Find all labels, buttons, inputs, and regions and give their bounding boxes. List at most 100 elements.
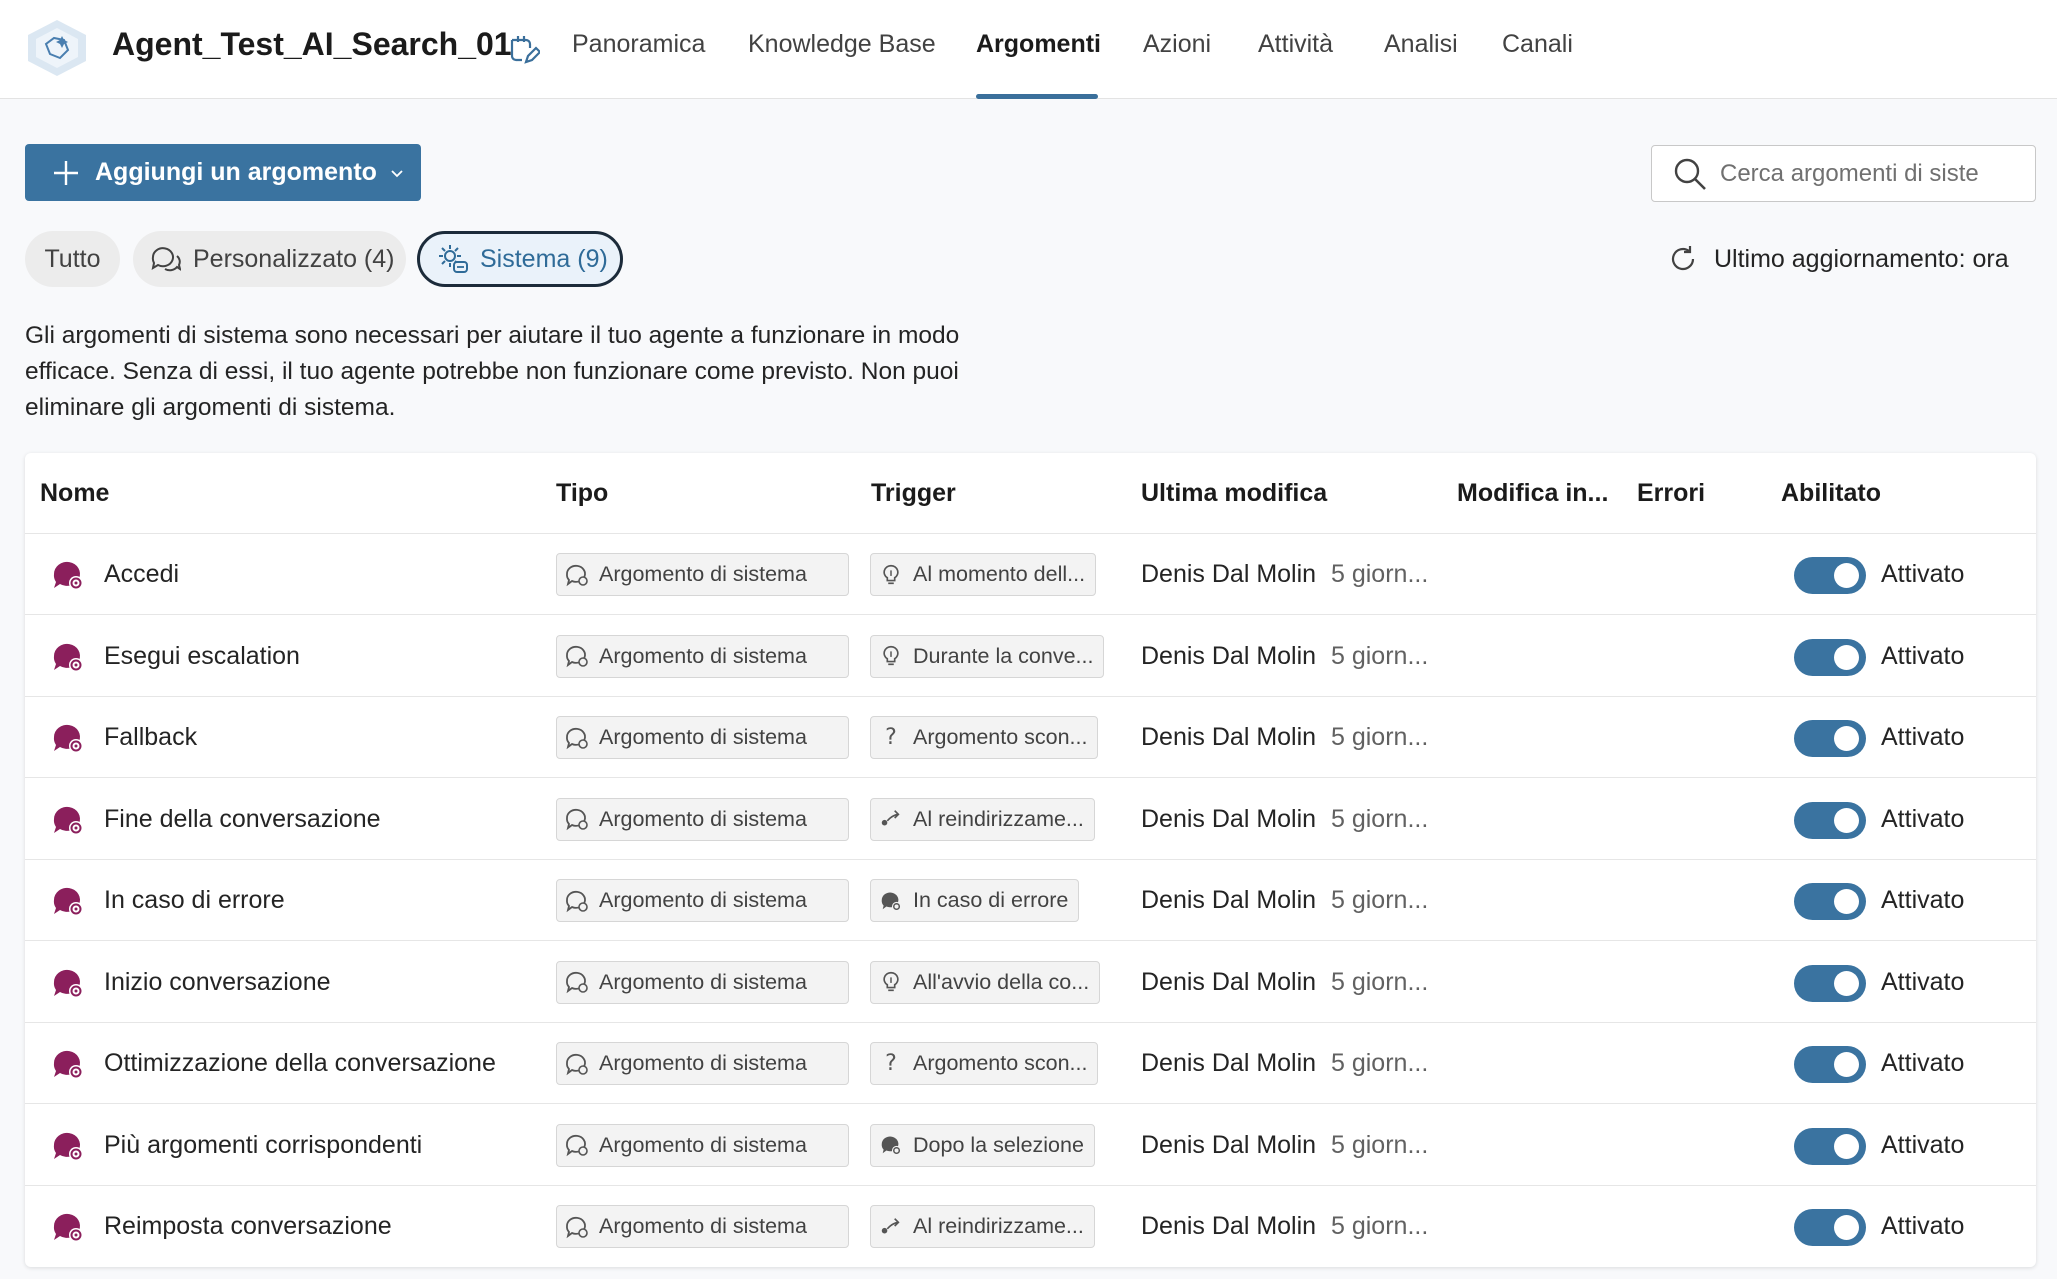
tab-argomenti[interactable]: Argomenti (976, 30, 1101, 59)
topic-name[interactable]: Fine della conversazione (104, 805, 381, 834)
enabled-label: Attivato (1881, 1130, 1965, 1159)
enabled-toggle[interactable] (1794, 557, 1866, 594)
last-updated[interactable]: Ultimo aggiornamento: ora (1668, 244, 2009, 274)
system-chat-icon (566, 808, 588, 831)
enabled-label: Attivato (1881, 804, 1965, 833)
tab-attivita[interactable]: Attività (1258, 30, 1333, 59)
modified-time: 5 giorn... (1331, 967, 1429, 996)
tab-canali[interactable]: Canali (1502, 30, 1573, 59)
lightbulb-icon (878, 643, 904, 669)
table-row[interactable]: Fine della conversazione Argomento di si… (25, 779, 2036, 860)
enabled-label: Attivato (1881, 723, 1965, 751)
table-row[interactable]: Fallback Argomento di sistema ? Argoment… (25, 697, 2036, 778)
lightbulb-icon (878, 562, 904, 588)
question-icon: ? (885, 1051, 897, 1076)
topic-trigger-chip: All'avvio della co... (870, 960, 1101, 1004)
topic-name[interactable]: Fallback (104, 723, 197, 752)
modified-by: Denis Dal Molin (1141, 1212, 1317, 1240)
topic-trigger-label: Al momento dell... (913, 562, 1086, 586)
search-box[interactable] (1651, 145, 2036, 202)
topic-type-label: Argomento di sistema (599, 562, 807, 586)
toggle-knob (1834, 1052, 1859, 1077)
topic-type-label: Argomento di sistema (599, 1132, 807, 1157)
enabled-toggle[interactable] (1794, 801, 1866, 839)
table-row[interactable]: Più argomenti corrispondenti Argomento d… (25, 1105, 2036, 1186)
column-header-errori[interactable]: Errori (1637, 479, 1705, 508)
enabled-toggle[interactable] (1794, 1046, 1866, 1083)
topic-trigger-label: Al reindirizzame... (913, 806, 1084, 831)
modified-time: 5 giorn... (1331, 1130, 1429, 1159)
search-input[interactable] (1720, 159, 2020, 188)
column-header-trigger[interactable]: Trigger (871, 479, 956, 508)
system-topic-icon (53, 1213, 83, 1242)
filter-custom-pill[interactable]: Personalizzato (4) (133, 231, 406, 287)
topic-trigger-label: All'avvio della co... (913, 969, 1090, 994)
tab-panoramica[interactable]: Panoramica (572, 30, 705, 59)
table-row[interactable]: Inizio conversazione Argomento di sistem… (25, 942, 2036, 1023)
topic-type-chip: Argomento di sistema (556, 1205, 849, 1248)
column-header-tipo[interactable]: Tipo (556, 479, 608, 508)
toggle-knob (1834, 1133, 1859, 1159)
table-row[interactable]: Reimposta conversazione Argomento di sis… (25, 1186, 2036, 1267)
column-header-abilitato[interactable]: Abilitato (1781, 479, 1881, 508)
topic-type-label: Argomento di sistema (599, 806, 807, 831)
topic-type-chip: Argomento di sistema (556, 1042, 849, 1085)
system-chat-icon (566, 564, 588, 586)
enabled-toggle[interactable] (1794, 1209, 1866, 1246)
system-topic-icon (53, 724, 83, 753)
question-icon: ? (885, 725, 897, 750)
filter-all-pill[interactable]: Tutto (25, 231, 120, 287)
toggle-knob (1834, 1215, 1859, 1240)
topic-name[interactable]: Inizio conversazione (104, 968, 331, 997)
table-row[interactable]: In caso di errore Argomento di sistema I… (25, 860, 2036, 941)
tab-azioni[interactable]: Azioni (1143, 30, 1211, 59)
modified-by: Denis Dal Molin (1141, 1130, 1317, 1159)
system-chat-icon (566, 1134, 588, 1157)
table-row[interactable]: Esegui escalation Argomento di sistema D… (25, 616, 2036, 697)
modified-by: Denis Dal Molin (1141, 1049, 1317, 1077)
modified-by: Denis Dal Molin (1141, 723, 1317, 751)
enabled-toggle[interactable] (1794, 964, 1866, 1002)
agent-logo-icon (28, 20, 86, 76)
enabled-toggle[interactable] (1794, 883, 1866, 920)
modified-time: 5 giorn... (1331, 560, 1429, 588)
topic-type-chip: Argomento di sistema (556, 634, 849, 678)
modified-by: Denis Dal Molin (1141, 804, 1317, 833)
toggle-knob (1834, 970, 1859, 996)
add-topic-label: Aggiungi un argomento (95, 158, 377, 186)
agent-edit-icon[interactable] (506, 32, 540, 66)
enabled-toggle[interactable] (1794, 638, 1866, 676)
enabled-label: Attivato (1881, 1049, 1965, 1077)
add-topic-button[interactable]: Aggiungi un argomento (25, 144, 421, 201)
column-header-nome[interactable]: Nome (40, 479, 109, 508)
enabled-toggle[interactable] (1794, 720, 1866, 757)
system-chat-icon (566, 1053, 588, 1075)
topic-type-chip: Argomento di sistema (556, 716, 849, 759)
top-bar: Agent_Test_AI_Search_01 Panoramica Knowl… (0, 0, 2057, 99)
topic-type-label: Argomento di sistema (599, 1051, 807, 1075)
plus-icon (54, 160, 78, 185)
topic-name[interactable]: In caso di errore (104, 886, 285, 915)
topic-name[interactable]: Ottimizzazione della conversazione (104, 1049, 496, 1078)
topic-name[interactable]: Accedi (104, 560, 179, 589)
filter-system-pill[interactable]: Sistema (9) (417, 231, 623, 287)
modified-by: Denis Dal Molin (1141, 967, 1317, 996)
toggle-knob (1834, 644, 1859, 670)
tab-knowledge-base[interactable]: Knowledge Base (748, 30, 936, 59)
topic-name[interactable]: Esegui escalation (104, 642, 300, 671)
toggle-knob (1834, 889, 1859, 914)
topic-name[interactable]: Più argomenti corrispondenti (104, 1131, 422, 1160)
table-row[interactable]: Accedi Argomento di sistema Al momento d… (25, 534, 2036, 615)
column-header-ultima-modifica[interactable]: Ultima modifica (1141, 479, 1327, 508)
refresh-icon (1671, 246, 1695, 271)
column-header-modifica-in[interactable]: Modifica in... (1457, 479, 1608, 508)
table-row[interactable]: Ottimizzazione della conversazione Argom… (25, 1023, 2036, 1104)
enabled-toggle[interactable] (1794, 1127, 1866, 1165)
topic-trigger-chip: Dopo la selezione (870, 1123, 1095, 1167)
tab-analisi[interactable]: Analisi (1384, 30, 1458, 59)
enabled-label: Attivato (1881, 1212, 1965, 1240)
enabled-label: Attivato (1881, 886, 1965, 914)
topic-name[interactable]: Reimposta conversazione (104, 1212, 392, 1241)
enabled-label: Attivato (1881, 967, 1965, 996)
topic-trigger-chip: Al reindirizzame... (870, 1205, 1095, 1248)
